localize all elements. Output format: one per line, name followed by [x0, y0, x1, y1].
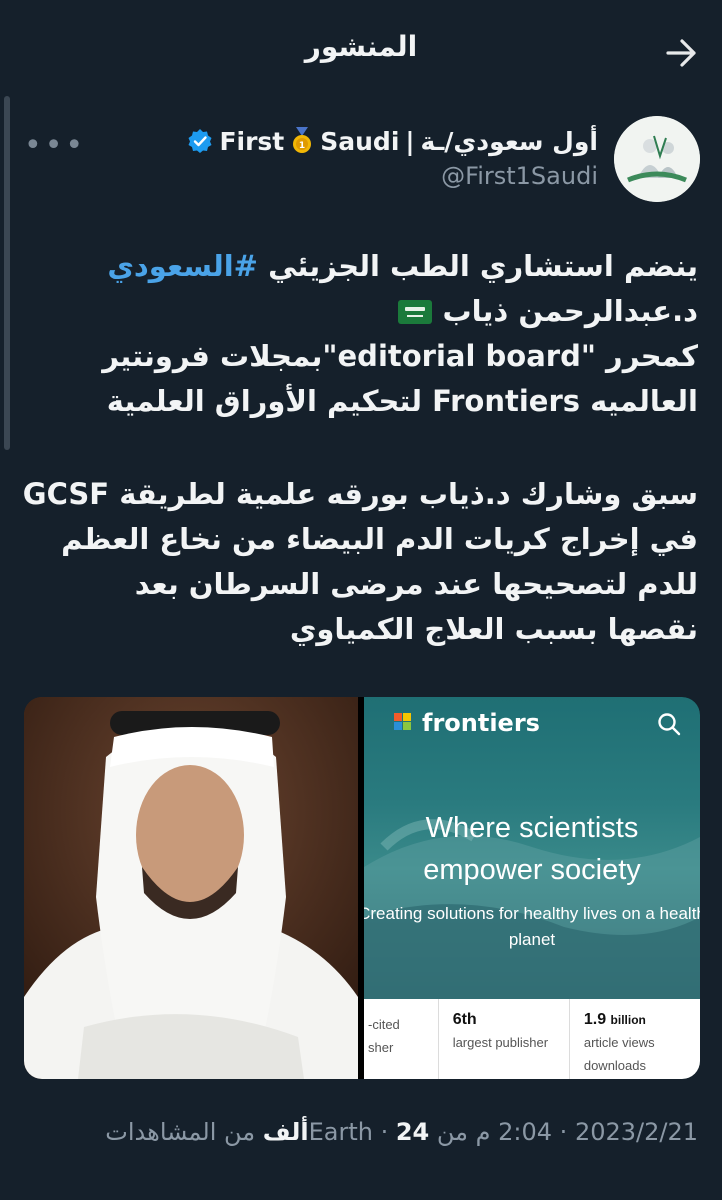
tweet-line: د.عبدالرحمن ذياب — [22, 289, 698, 334]
card-subheadline-line: planet — [508, 930, 556, 949]
stat-label: sher — [368, 1040, 394, 1055]
tweet-line: سبق وشارك د.ذياب بورقه علمية لطريقة GCSF — [22, 477, 698, 511]
portrait-photo[interactable] — [24, 697, 358, 1079]
stat-number: 1.9 billion — [584, 1011, 700, 1029]
stat-item: 6th largest publisher — [439, 999, 570, 1079]
hashtag-link[interactable]: #السعودي — [107, 249, 258, 283]
author-name-first: First — [219, 126, 285, 156]
svg-text:1: 1 — [299, 141, 305, 151]
stat-item: -cited sher — [364, 999, 439, 1079]
post-date[interactable]: 2023/2/21 — [575, 1118, 698, 1146]
tweet-line: في إخراج كريات الدم البيضاء من نخاع العظ… — [61, 522, 698, 556]
frontiers-card[interactable]: frontiers Where scientists empower socie… — [364, 697, 700, 1079]
tweet-metadata: 2023/2/21 · 2:04 م من Earth · 24ألف من ا… — [105, 1118, 698, 1146]
views-label: من المشاهدات — [105, 1118, 263, 1146]
verified-badge-icon — [188, 129, 212, 153]
tweet-line: للدم لتصحيحها عند مرضى السرطان بعد — [134, 567, 698, 601]
stat-label: -cited — [368, 1017, 400, 1032]
card-headline: Where scientists empower society — [364, 807, 700, 891]
meta-separator: · — [372, 1118, 396, 1146]
author-name-saudi: Saudi — [320, 126, 400, 156]
stat-number-value: 1.9 — [583, 1011, 607, 1028]
stat-number-unit: billion — [610, 1013, 646, 1027]
media-attachment[interactable]: frontiers Where scientists empower socie… — [24, 697, 700, 1079]
meta-separator: · — [552, 1118, 575, 1146]
tweet-text: ينضم استشاري الطب الجزيئي #السعودي د.عبد… — [22, 244, 698, 652]
card-subheadline: Creating solutions for healthy lives on … — [364, 901, 700, 953]
card-headline-line: empower society — [423, 854, 641, 886]
scrollbar[interactable] — [4, 96, 10, 450]
stat-item: 1.9 billion article views downloads — [570, 999, 700, 1079]
search-icon[interactable] — [656, 711, 682, 737]
stat-label: largest publisher — [452, 1035, 549, 1050]
stat-label: downloads — [583, 1058, 646, 1073]
frontiers-logo-icon — [394, 713, 411, 730]
stat-number: 6th — [452, 1011, 477, 1028]
avatar[interactable] — [614, 116, 700, 202]
tweet-text-segment: ينضم استشاري الطب الجزيئي — [257, 249, 698, 283]
tweet-line: كمحرر "editorial board"بمجلات فرونتير — [102, 339, 698, 373]
tweet-line: نقصها بسبب العلاج الكمياوي — [289, 612, 698, 646]
more-options-icon[interactable]: ••• — [24, 128, 86, 163]
author-name-arabic: أول سعودي/ـة — [420, 126, 598, 156]
page-title: المنشور — [304, 30, 418, 63]
author-name[interactable]: أول سعودي/ـة | Saudi 1 First — [187, 122, 598, 160]
medal-icon: 1 — [293, 127, 312, 153]
tweet-line: ينضم استشاري الطب الجزيئي #السعودي — [22, 244, 698, 289]
card-headline-line: Where scientists — [425, 812, 639, 844]
arrow-right-icon[interactable] — [662, 33, 702, 73]
stat-label: article views — [583, 1035, 655, 1050]
post-time-source: 2:04 م من Earth — [308, 1118, 553, 1146]
frontiers-brand-name: frontiers — [422, 709, 540, 737]
frontiers-logo: frontiers — [392, 709, 540, 737]
card-subheadline-line: Creating solutions for healthy lives on … — [364, 904, 700, 923]
tweet-text-segment: د.عبدالرحمن ذياب — [442, 294, 698, 328]
top-bar: المنشور — [0, 0, 722, 100]
tweet-line: العالميه Frontiers لتحكيم الأوراق العلمي… — [106, 384, 698, 418]
author-handle[interactable]: @First1Saudi — [441, 162, 598, 190]
name-separator: | — [405, 126, 415, 156]
card-stats: -cited sher 6th largest publisher 1.9 bi… — [364, 999, 700, 1079]
saudi-flag-icon — [398, 300, 433, 324]
